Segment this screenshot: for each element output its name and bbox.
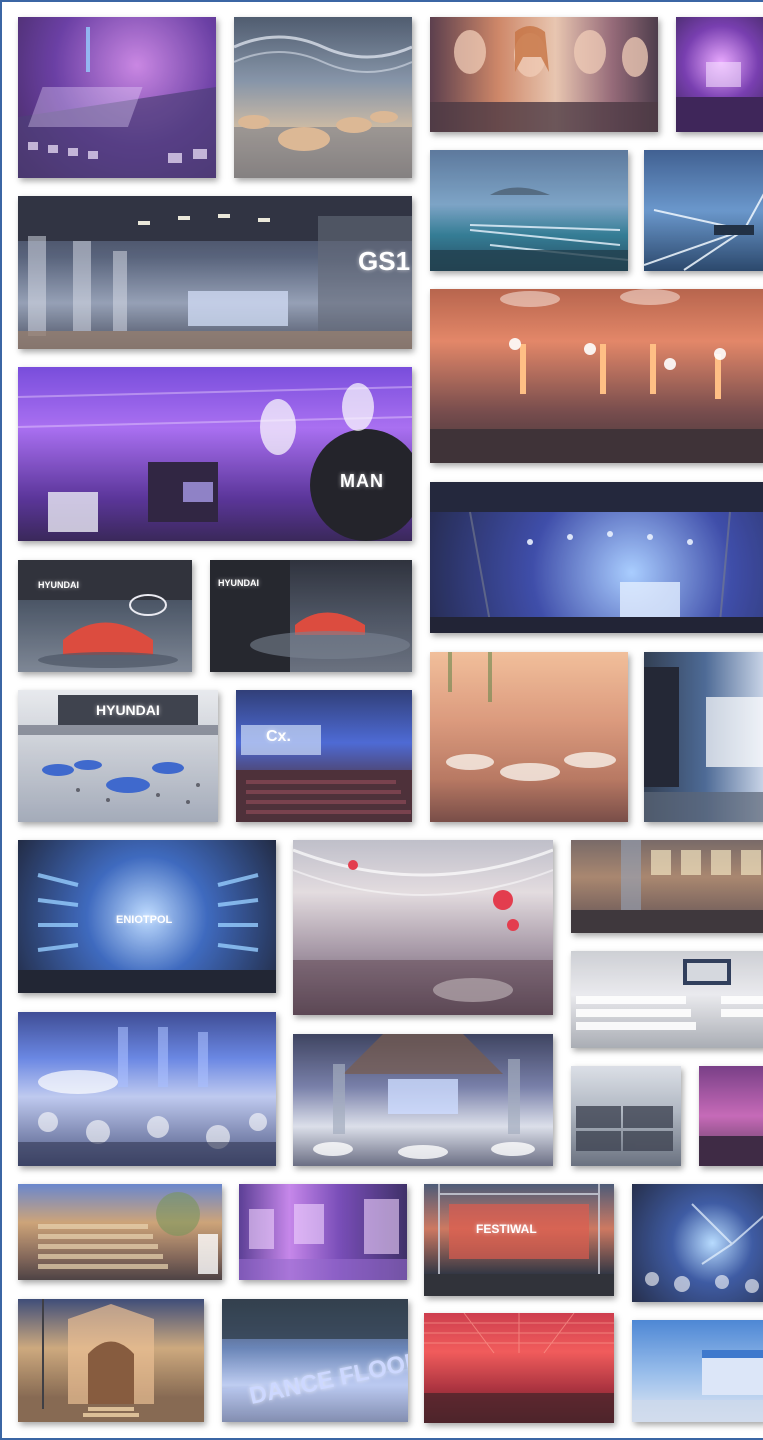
photo-flightcases — [571, 1066, 681, 1166]
conference-stage-art — [632, 1350, 763, 1422]
photo-stairs-entrance — [18, 1184, 222, 1280]
photo-mixing-console — [18, 17, 216, 178]
photo-led-screen-room — [644, 652, 763, 822]
photo-hall-windows-banquet — [571, 840, 763, 933]
photo-festive-tent — [293, 840, 553, 1015]
hyundai-stand-2-art — [210, 560, 410, 672]
photo-conference-screen-stage — [632, 1320, 763, 1422]
photo-purple-led-walls — [239, 1184, 407, 1280]
photo-hyundai-stand-2: HYUNDAI — [210, 560, 412, 672]
hall-windows-art — [571, 840, 763, 933]
photo-fashion-stage — [430, 17, 658, 132]
illuminated-gate-art — [42, 1299, 154, 1417]
photo-man-truck-event: MAN — [18, 367, 412, 541]
purple-led-art — [239, 1199, 407, 1280]
red-ceiling-art — [424, 1313, 614, 1423]
flightcases-art — [576, 1106, 673, 1151]
blue-gala-art — [18, 1027, 276, 1166]
hyundai-expo-art — [18, 695, 218, 804]
gs1-hall-art — [18, 196, 412, 349]
photo-concert-stage — [430, 482, 763, 633]
light-towers-art — [430, 289, 763, 463]
photo-hyundai-stand-red-car: HYUNDAI — [18, 560, 192, 672]
fashion-stage-art — [430, 26, 658, 132]
photo-red-ceiling-hall — [424, 1313, 614, 1423]
cx-logo-text: Cx. — [266, 728, 291, 745]
eniotpol-stage-art — [18, 873, 276, 993]
photo-blue-dance-hall — [632, 1184, 763, 1302]
cx-conference-art — [236, 725, 412, 822]
photo-pink-lit-hall — [699, 1066, 763, 1166]
eniotpol-logo-text: ENIOTPOL — [116, 914, 173, 926]
man-logo-text: MAN — [340, 471, 384, 491]
photo-blue-gala-hall — [18, 1012, 276, 1166]
photo-banquet-tent — [430, 652, 628, 822]
outdoor-screen-text: FESTIWAL — [476, 1222, 537, 1236]
banquet-tent-art — [446, 652, 616, 781]
hyundai-label-2: HYUNDAI — [218, 578, 260, 588]
photo-cx-conference: Cx. — [236, 690, 412, 822]
festive-tent-art — [293, 848, 553, 1015]
tent-hall-art — [234, 35, 412, 178]
mixing-console-art — [18, 27, 216, 178]
timber-hall-art — [313, 1034, 535, 1159]
hyundai-label-1: HYUNDAI — [38, 580, 80, 590]
dance-floor-art — [222, 1299, 408, 1422]
laser-beams-art — [644, 193, 763, 271]
gs1-logo-text: GS1 — [358, 246, 411, 276]
photo-decorated-tent-hall — [234, 17, 412, 178]
led-room-art — [644, 667, 763, 822]
purple-concert-art — [676, 62, 763, 132]
photo-outdoor-led-screen: FESTIWAL — [424, 1184, 614, 1296]
photo-dance-floor-letters: DANCE FLOOR — [222, 1299, 408, 1422]
blue-dance-art — [645, 1203, 763, 1293]
photo-gs1-conference-hall: GS1 — [18, 196, 412, 349]
pink-hall-art — [699, 1136, 763, 1166]
photo-lake-laser-show — [430, 150, 628, 271]
stairs-art — [38, 1192, 218, 1274]
concert-stage-art — [430, 482, 763, 633]
outdoor-screen-art — [424, 1184, 614, 1296]
hyundai-label-3: HYUNDAI — [96, 702, 160, 718]
white-chairs-art — [576, 959, 763, 1030]
man-event-art — [18, 383, 412, 541]
dance-floor-text: DANCE FLOOR — [247, 1347, 408, 1411]
photo-laser-beams — [644, 150, 763, 271]
hyundai-red-car-art — [18, 560, 192, 668]
photo-white-chairs-screen — [571, 951, 763, 1048]
photo-timber-hall-gala — [293, 1034, 553, 1166]
photo-hyundai-expo-hall: HYUNDAI — [18, 690, 218, 822]
photo-stage-light-towers — [430, 289, 763, 463]
photo-purple-concert — [676, 17, 763, 132]
photo-illuminated-gate — [18, 1299, 204, 1422]
photo-eniotpol-stage: ENIOTPOL — [18, 840, 276, 993]
lake-laser-art — [430, 187, 628, 271]
